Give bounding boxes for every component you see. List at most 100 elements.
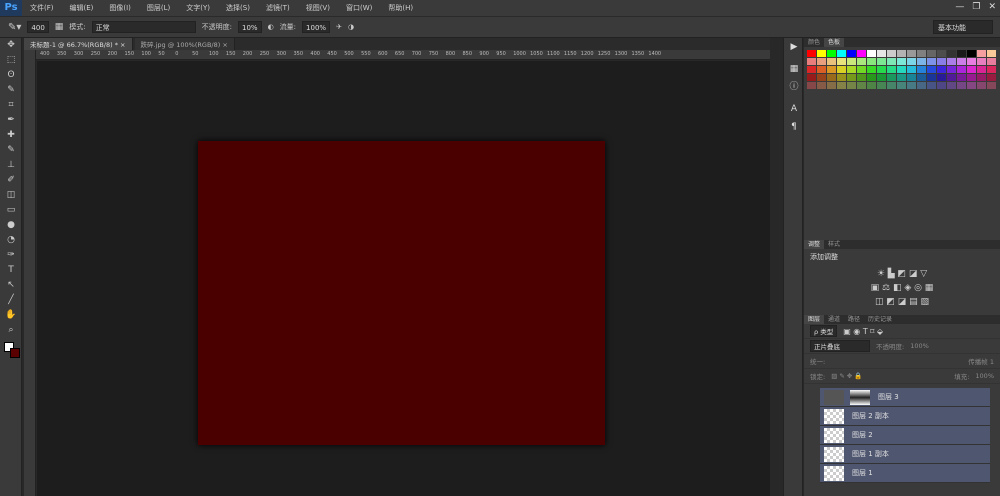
swatches-icon[interactable]: ▦ [784,60,804,78]
color-swatch[interactable] [867,82,876,89]
menu-item[interactable]: 帮助(H) [380,3,421,13]
workspace-select[interactable]: 基本功能 [933,20,993,34]
lasso-tool-icon[interactable]: ʘ [0,68,22,83]
color-swatch[interactable] [917,66,926,73]
hand-tool-icon[interactable]: ✋ [0,308,22,323]
color-swatch[interactable] [847,74,856,81]
color-swatch[interactable] [817,58,826,65]
crop-tool-icon[interactable]: ⌗ [0,98,22,113]
color-swatch[interactable] [817,82,826,89]
color-swatch[interactable] [967,58,976,65]
color-swatch[interactable] [927,50,936,57]
history-brush-tool-icon[interactable]: ✐ [0,173,22,188]
color-swatch[interactable] [927,58,936,65]
color-swatch[interactable] [847,66,856,73]
tab-paths[interactable]: 路径 [844,315,864,324]
color-swatch[interactable] [987,50,996,57]
pressure-opacity-icon[interactable]: ◐ [268,23,274,31]
color-swatch[interactable] [867,66,876,73]
color-swatch[interactable] [957,82,966,89]
color-swatch[interactable] [837,82,846,89]
pressure-size-icon[interactable]: ◑ [348,23,354,31]
brush-size-picker[interactable]: 400 [27,21,49,33]
layer-opacity[interactable]: 100% [910,342,929,350]
eraser-tool-icon[interactable]: ◫ [0,188,22,203]
color-swatches[interactable] [4,342,20,362]
color-swatch[interactable] [877,82,886,89]
color-swatch[interactable] [977,82,986,89]
color-swatch[interactable] [877,50,886,57]
marquee-tool-icon[interactable]: ⬚ [0,53,22,68]
minimize-button[interactable]: — [955,2,964,12]
tab-history[interactable]: 历史记录 [864,315,896,324]
color-swatch[interactable] [877,58,886,65]
color-swatch[interactable] [877,74,886,81]
color-swatch[interactable] [917,58,926,65]
layer-fill[interactable]: 100% [975,372,994,380]
menu-item[interactable]: 窗口(W) [338,3,380,13]
menu-item[interactable]: 滤镜(T) [258,3,298,13]
layer-row[interactable]: 图层 2 [820,426,990,445]
menu-item[interactable]: 视图(V) [298,3,338,13]
tab-color[interactable]: 颜色 [804,38,824,47]
color-swatch[interactable] [977,74,986,81]
menu-item[interactable]: 文件(F) [22,3,62,13]
color-swatch[interactable] [817,74,826,81]
opacity-input[interactable]: 10% [238,21,262,33]
color-swatch[interactable] [967,50,976,57]
color-swatch[interactable] [947,82,956,89]
paragraph-icon[interactable]: ¶ [784,118,804,136]
zoom-tool-icon[interactable]: ⌕ [0,323,22,338]
color-swatch[interactable] [857,58,866,65]
layer-row[interactable]: 图层 3 [820,388,990,407]
color-swatch[interactable] [887,82,896,89]
play-icon[interactable]: ▶ [784,38,804,56]
color-swatch[interactable] [907,50,916,57]
color-swatch[interactable] [907,82,916,89]
color-swatch[interactable] [897,66,906,73]
close-button[interactable]: ✕ [988,2,996,12]
color-swatch[interactable] [917,74,926,81]
color-swatch[interactable] [897,82,906,89]
adjustment-icons-row-1[interactable]: ☀ ▙ ◩ ◪ ▽ [804,269,1000,279]
info-icon[interactable]: ⓘ [784,78,804,96]
color-swatch[interactable] [847,82,856,89]
mode-select[interactable]: 正常 [91,21,196,33]
color-swatch[interactable] [837,50,846,57]
tab-adjustments[interactable]: 调整 [804,240,825,249]
color-swatch[interactable] [967,66,976,73]
color-swatch[interactable] [977,66,986,73]
lock-icons[interactable]: ▨ ✎ ✥ 🔒 [831,372,862,380]
color-swatch[interactable] [987,66,996,73]
blur-tool-icon[interactable]: ● [0,218,22,233]
color-swatch[interactable] [827,82,836,89]
color-swatch[interactable] [837,58,846,65]
color-swatch[interactable] [817,50,826,57]
move-tool-icon[interactable]: ✥ [0,38,22,53]
color-swatch[interactable] [847,50,856,57]
menu-item[interactable]: 编辑(E) [62,3,102,13]
menu-item[interactable]: 选择(S) [218,3,258,13]
color-swatch[interactable] [837,74,846,81]
color-swatch[interactable] [977,58,986,65]
color-swatch[interactable] [927,74,936,81]
dodge-tool-icon[interactable]: ◔ [0,233,22,248]
tab-swatches[interactable]: 色板 [824,38,845,47]
color-swatch[interactable] [897,58,906,65]
color-swatch[interactable] [887,58,896,65]
layer-row[interactable]: 图层 2 副本 [820,407,990,426]
color-swatch[interactable] [957,74,966,81]
color-swatch[interactable] [887,74,896,81]
color-swatch[interactable] [987,82,996,89]
filter-icons[interactable]: ▣ ◉ T ⌑ ⬙ [843,327,883,336]
color-swatch[interactable] [827,58,836,65]
color-swatch[interactable] [807,82,816,89]
menu-item[interactable]: 文字(Y) [178,3,218,13]
type-tool-icon[interactable]: T [0,263,22,278]
color-swatch[interactable] [937,82,946,89]
blend-mode-select[interactable]: 正片叠底 [810,340,870,352]
gradient-tool-icon[interactable]: ▭ [0,203,22,218]
color-swatch[interactable] [857,50,866,57]
color-swatch[interactable] [807,74,816,81]
character-icon[interactable]: A [784,100,804,118]
